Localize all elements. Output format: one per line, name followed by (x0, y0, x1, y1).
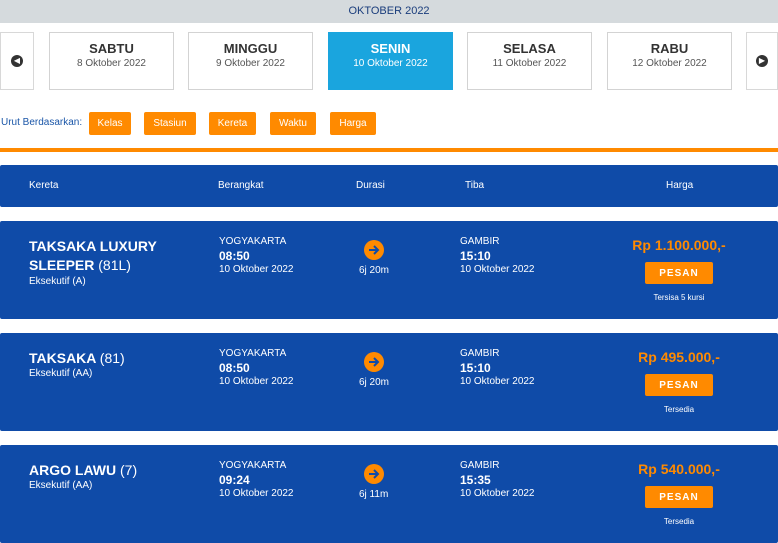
divider (0, 148, 778, 152)
arrive-time: 15:35 (460, 473, 491, 487)
duration: 6j 20m (359, 265, 390, 276)
day-name: RABU (650, 41, 689, 56)
arrive-station: GAMBIR (460, 460, 500, 471)
depart-time: 08:50 (219, 361, 250, 375)
next-week-button[interactable]: ▶ (746, 32, 778, 90)
train-row: TAKSAKA LUXURY SLEEPER (81L) Eksekutif (… (0, 221, 778, 319)
depart-station: YOGYAKARTA (219, 236, 287, 247)
col-arrive: Tiba (465, 180, 485, 191)
train-class: Eksekutif (AA) (29, 480, 93, 491)
col-price: Harga (666, 180, 694, 191)
prev-week-button[interactable]: ◀ (0, 32, 34, 90)
sort-bar: Urut Berdasarkan: Kelas Stasiun Kereta W… (0, 111, 778, 136)
train-name: ARGO LAWU (7) (29, 462, 138, 478)
arrive-date: 10 Oktober 2022 (460, 488, 535, 499)
results-table-header: Kereta Berangkat Durasi Tiba Harga (0, 165, 778, 207)
depart-time: 08:50 (219, 249, 250, 263)
day-date: 8 Oktober 2022 (77, 58, 146, 69)
day-tab-sabtu[interactable]: SABTU 8 Oktober 2022 (49, 32, 174, 90)
depart-date: 10 Oktober 2022 (219, 376, 294, 387)
depart-station: YOGYAKARTA (219, 460, 287, 471)
train-name: TAKSAKA (81) (29, 350, 125, 366)
day-tab-minggu[interactable]: MINGGU 9 Oktober 2022 (188, 32, 313, 90)
sort-waktu-button[interactable]: Waktu (270, 112, 316, 135)
depart-info: YOGYAKARTA 08:50 10 Oktober 2022 (219, 235, 294, 277)
arrive-info: GAMBIR 15:10 10 Oktober 2022 (460, 347, 535, 389)
sort-kelas-button[interactable]: Kelas (89, 112, 131, 135)
arrow-left-icon: ◀ (11, 55, 23, 67)
depart-station: YOGYAKARTA (219, 348, 287, 359)
day-date: 11 Oktober 2022 (492, 58, 567, 69)
arrive-info: GAMBIR 15:10 10 Oktober 2022 (460, 235, 535, 277)
day-name: SABTU (89, 41, 134, 56)
col-depart: Berangkat (218, 180, 264, 191)
depart-date: 10 Oktober 2022 (219, 488, 294, 499)
arrow-right-circle-icon (364, 352, 384, 372)
arrow-right-circle-icon (364, 240, 384, 260)
train-class: Eksekutif (AA) (29, 368, 93, 379)
month-header: OKTOBER 2022 (0, 0, 778, 23)
arrive-info: GAMBIR 15:35 10 Oktober 2022 (460, 459, 535, 501)
day-tab-selasa[interactable]: SELASA 11 Oktober 2022 (467, 32, 592, 90)
day-name: SENIN (370, 41, 411, 56)
depart-info: YOGYAKARTA 09:24 10 Oktober 2022 (219, 459, 294, 501)
arrive-time: 15:10 (460, 361, 491, 375)
train-class: Eksekutif (A) (29, 276, 86, 287)
price: Rp 1.100.000,- (632, 237, 726, 253)
day-tab-senin[interactable]: SENIN 10 Oktober 2022 (328, 32, 453, 90)
price: Rp 540.000,- (638, 461, 720, 477)
sort-kereta-button[interactable]: Kereta (209, 112, 256, 135)
col-train: Kereta (29, 180, 59, 191)
arrive-date: 10 Oktober 2022 (460, 376, 535, 387)
train-row: TAKSAKA (81) Eksekutif (AA) YOGYAKARTA 0… (0, 333, 778, 431)
date-selector: ◀ SABTU 8 Oktober 2022 MINGGU 9 Oktober … (0, 23, 778, 98)
depart-date: 10 Oktober 2022 (219, 264, 294, 275)
sort-label: Urut Berdasarkan: (1, 117, 83, 128)
sort-stasiun-button[interactable]: Stasiun (144, 112, 196, 135)
availability: Tersedia (663, 517, 695, 526)
arrive-station: GAMBIR (460, 348, 500, 359)
arrive-date: 10 Oktober 2022 (460, 264, 535, 275)
day-date: 9 Oktober 2022 (216, 58, 285, 69)
duration: 6j 11m (359, 489, 389, 500)
depart-time: 09:24 (219, 473, 250, 487)
availability: Tersisa 5 kursi (653, 293, 705, 302)
availability: Tersedia (663, 405, 695, 414)
train-name: TAKSAKA LUXURY SLEEPER (81L) (29, 238, 157, 273)
day-tab-rabu[interactable]: RABU 12 Oktober 2022 (607, 32, 732, 90)
depart-info: YOGYAKARTA 08:50 10 Oktober 2022 (219, 347, 294, 389)
day-name: MINGGU (223, 41, 278, 56)
arrow-right-icon: ▶ (756, 55, 768, 67)
book-button[interactable]: PESAN (645, 262, 713, 284)
duration: 6j 20m (359, 377, 390, 388)
sort-harga-button[interactable]: Harga (330, 112, 376, 135)
arrow-right-circle-icon (364, 464, 384, 484)
book-button[interactable]: PESAN (645, 486, 713, 508)
col-duration: Durasi (356, 180, 385, 191)
price: Rp 495.000,- (638, 349, 720, 365)
arrive-time: 15:10 (460, 249, 491, 263)
arrive-station: GAMBIR (460, 236, 500, 247)
day-date: 12 Oktober 2022 (632, 58, 707, 69)
day-date: 10 Oktober 2022 (353, 58, 428, 69)
train-row: ARGO LAWU (7) Eksekutif (AA) YOGYAKARTA … (0, 445, 778, 543)
day-name: SELASA (503, 41, 556, 56)
book-button[interactable]: PESAN (645, 374, 713, 396)
